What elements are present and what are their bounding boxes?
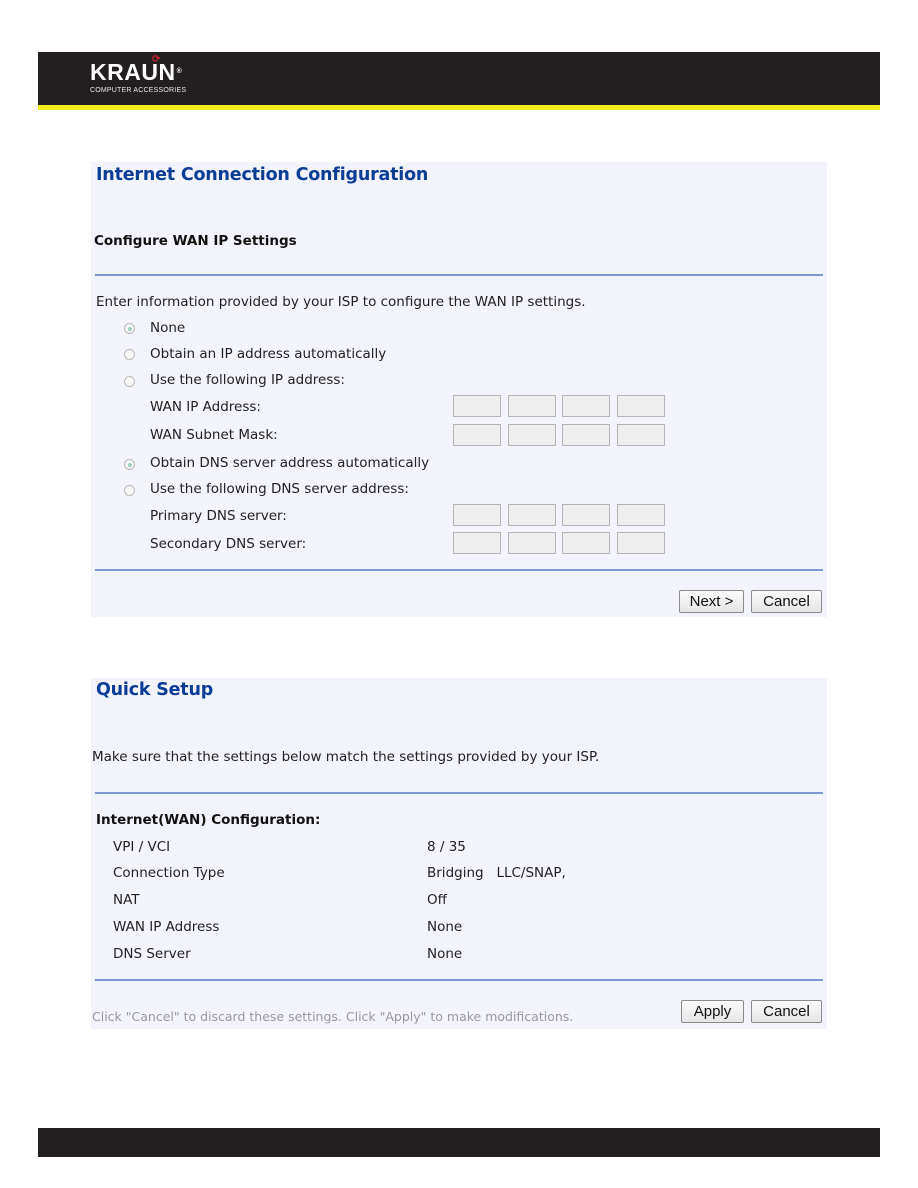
summary-value: Bridging LLC/SNAP, bbox=[427, 865, 566, 881]
secondary-dns-octet-2[interactable] bbox=[508, 532, 556, 554]
summary-label: DNS Server bbox=[113, 946, 191, 962]
wan-configuration-heading: Internet(WAN) Configuration: bbox=[96, 812, 321, 828]
page-title: Internet Connection Configuration bbox=[96, 165, 429, 185]
wan-ip-label: WAN IP Address: bbox=[150, 399, 261, 415]
wan-ip-octet-3[interactable] bbox=[562, 395, 610, 417]
divider bbox=[95, 979, 823, 981]
radio-obtain-ip-auto-label: Obtain an IP address automatically bbox=[150, 346, 387, 362]
summary-value: 8 / 35 bbox=[427, 839, 466, 855]
instructions: Enter information provided by your ISP t… bbox=[96, 294, 586, 310]
summary-label: Connection Type bbox=[113, 865, 225, 881]
next-button[interactable]: Next > bbox=[679, 590, 744, 613]
primary-dns-octet-1[interactable] bbox=[453, 504, 501, 526]
apply-hint: Click "Cancel" to discard these settings… bbox=[92, 1009, 574, 1024]
brand-logo: ⟳ KRAUN® COMPUTER ACCESSORIES bbox=[90, 55, 187, 95]
wan-subnet-octet-1[interactable] bbox=[453, 424, 501, 446]
wan-subnet-label: WAN Subnet Mask: bbox=[150, 427, 278, 443]
divider bbox=[95, 792, 823, 794]
section-subtitle: Configure WAN IP Settings bbox=[94, 233, 297, 249]
radio-static-ip-label: Use the following IP address: bbox=[150, 372, 345, 388]
header-stripe bbox=[38, 105, 880, 110]
primary-dns-octet-4[interactable] bbox=[617, 504, 665, 526]
wan-subnet-octet-4[interactable] bbox=[617, 424, 665, 446]
summary-label: NAT bbox=[113, 892, 140, 908]
summary-value: None bbox=[427, 946, 463, 962]
primary-dns-octet-2[interactable] bbox=[508, 504, 556, 526]
header-bar: ⟳ KRAUN® COMPUTER ACCESSORIES bbox=[38, 52, 880, 105]
quick-setup-title: Quick Setup bbox=[96, 680, 214, 700]
radio-obtain-dns-auto-label: Obtain DNS server address automatically bbox=[150, 455, 430, 471]
radio-static-ip[interactable] bbox=[124, 376, 135, 387]
radio-none[interactable] bbox=[124, 323, 135, 334]
secondary-dns-label: Secondary DNS server: bbox=[150, 536, 307, 552]
wan-ip-octet-4[interactable] bbox=[617, 395, 665, 417]
secondary-dns-octet-4[interactable] bbox=[617, 532, 665, 554]
summary-value: None bbox=[427, 919, 463, 935]
quick-setup-panel: Quick Setup Make sure that the settings … bbox=[91, 678, 827, 1029]
cancel-button[interactable]: Cancel bbox=[751, 1000, 822, 1023]
registered-mark: ® bbox=[176, 68, 183, 75]
primary-dns-label: Primary DNS server: bbox=[150, 508, 287, 524]
radio-none-label: None bbox=[150, 320, 186, 336]
wan-subnet-octet-2[interactable] bbox=[508, 424, 556, 446]
summary-value: Off bbox=[427, 892, 447, 908]
wan-subnet-octet-3[interactable] bbox=[562, 424, 610, 446]
summary-label: WAN IP Address bbox=[113, 919, 220, 935]
radio-obtain-dns-auto[interactable] bbox=[124, 459, 135, 470]
wan-ip-octet-2[interactable] bbox=[508, 395, 556, 417]
logo-swirl-icon: ⟳ bbox=[152, 54, 161, 65]
divider bbox=[95, 274, 823, 276]
radio-static-dns[interactable] bbox=[124, 485, 135, 496]
divider bbox=[95, 569, 823, 571]
footer-bar bbox=[38, 1128, 880, 1157]
brand-tagline: COMPUTER ACCESSORIES bbox=[90, 87, 187, 94]
summary-label: VPI / VCI bbox=[113, 839, 171, 855]
secondary-dns-octet-1[interactable] bbox=[453, 532, 501, 554]
wan-ip-octet-1[interactable] bbox=[453, 395, 501, 417]
apply-button[interactable]: Apply bbox=[681, 1000, 744, 1023]
cancel-button[interactable]: Cancel bbox=[751, 590, 822, 613]
secondary-dns-octet-3[interactable] bbox=[562, 532, 610, 554]
radio-obtain-ip-auto[interactable] bbox=[124, 349, 135, 360]
radio-static-dns-label: Use the following DNS server address: bbox=[150, 481, 409, 497]
brand-name: KRAUN bbox=[90, 59, 176, 85]
wan-config-panel: Internet Connection Configuration Config… bbox=[91, 162, 827, 617]
primary-dns-octet-3[interactable] bbox=[562, 504, 610, 526]
quick-setup-instructions: Make sure that the settings below match … bbox=[92, 749, 600, 765]
